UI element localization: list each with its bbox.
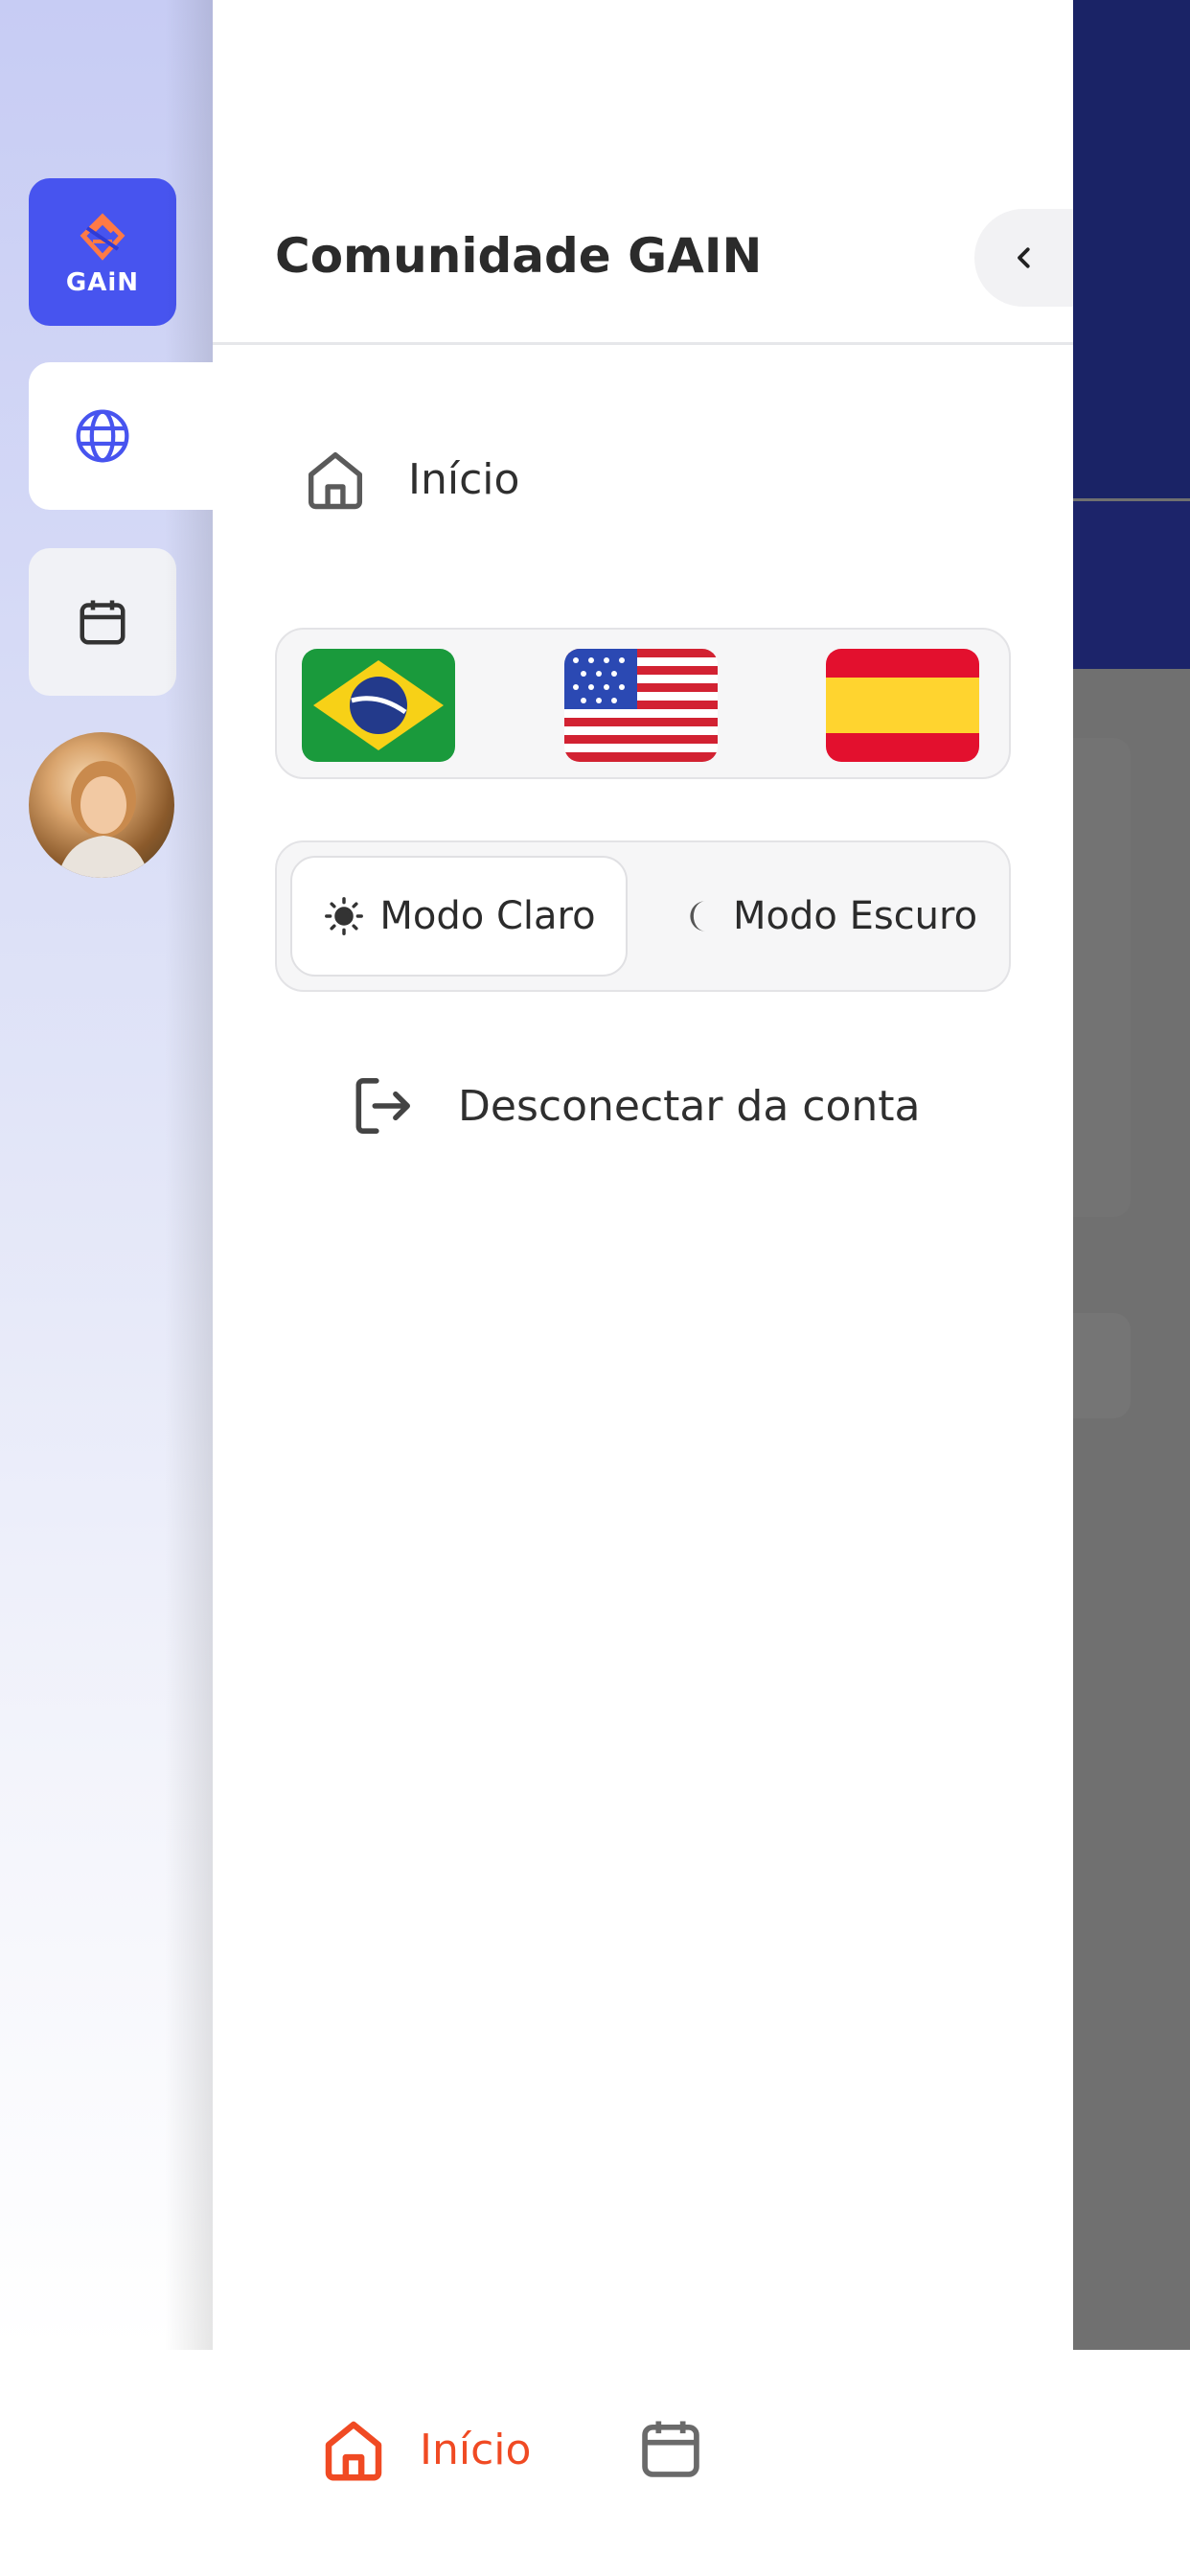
home-icon [308,451,363,510]
sun-icon [322,894,366,938]
logout-label: Desconectar da conta [458,1081,921,1131]
calendar-icon [80,600,126,645]
language-selector [275,628,1011,779]
spain-flag-icon[interactable] [826,649,979,762]
globe-icon [76,409,129,463]
backdrop-header [1073,0,1190,498]
drawer-header: Comunidade GAIN [213,0,1073,345]
rail-item-calendar[interactable] [29,548,176,696]
rail-item-community[interactable] [29,362,215,510]
calendar-icon [642,2421,699,2477]
logo-text: GAiN [65,268,140,297]
brazil-flag-icon[interactable] [302,649,455,762]
theme-toggle: Modo Claro Modo Escuro [275,840,1011,992]
home-icon [325,2421,382,2481]
gain-logo[interactable]: GAiN [29,178,176,326]
moon-icon [679,896,720,936]
avatar[interactable] [29,732,174,878]
tab-home-label: Início [420,2425,532,2474]
drawer-title: Comunidade GAIN [275,228,763,284]
dimmed-backdrop[interactable] [1073,0,1190,2350]
backdrop-card [1073,1313,1131,1418]
chevron-left-icon [1017,247,1030,268]
backdrop-card [1073,738,1131,1217]
side-rail: GAiN [0,0,215,2350]
usa-flag-icon[interactable] [564,649,718,762]
light-mode-label: Modo Claro [379,894,596,938]
navigation-drawer: Comunidade GAIN Início Modo Claro Modo E… [213,0,1073,2350]
logout-button[interactable]: Desconectar da conta [347,1070,921,1141]
dark-mode-label: Modo Escuro [733,894,978,938]
drawer-item-label: Início [408,454,520,504]
logo-mark-icon [80,213,126,261]
light-mode-option[interactable]: Modo Claro [290,856,628,977]
drawer-item-home[interactable]: Início [299,443,519,516]
backdrop-header-strip [1073,501,1190,669]
tab-calendar[interactable] [634,2412,707,2489]
tab-home[interactable]: Início [316,2412,531,2487]
logout-icon [355,1078,410,1134]
collapse-drawer-button[interactable] [974,209,1073,307]
bottom-tab-bar: Início [0,2350,1190,2576]
avatar-photo [57,761,149,878]
dark-mode-option[interactable]: Modo Escuro [679,856,977,977]
